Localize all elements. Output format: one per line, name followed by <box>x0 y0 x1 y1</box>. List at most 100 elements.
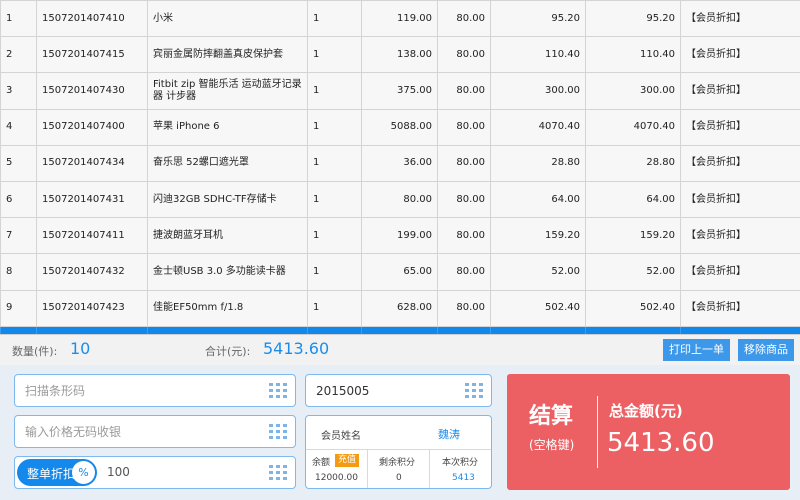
table-row[interactable]: 7 1507201407411 捷波朗蓝牙耳机 1 199.00 80.00 159.20 1… <box>0 217 800 255</box>
table-row[interactable]: 4 1507201407400 苹果 iPhone 6 1 5088.00 80.00 40… <box>0 108 800 146</box>
cell-quantity: 1 <box>307 36 362 74</box>
items-grid: 1 1507201407410 小米 1 119.00 80.00 95.20 95.20 【会… <box>0 0 800 334</box>
table-row[interactable]: 1 1507201407410 小米 1 119.00 80.00 95.20 95.20 【会… <box>0 0 800 38</box>
table-row[interactable]: 5 1507201407434 奋乐思 52螺口遮光罩 1 36.00 80.00 28.8… <box>0 144 800 182</box>
cell-subtotal: 31.20 <box>585 325 681 334</box>
nobarcode-input[interactable] <box>25 416 265 447</box>
table-row[interactable]: 2 1507201407415 宾丽金属防摔翻盖真皮保护套 1 138.00 80.00 1… <box>0 36 800 74</box>
cell-product-name: 宾丽金属防摔翻盖真皮保护套 <box>147 36 308 74</box>
items-table: 1 1507201407410 小米 1 119.00 80.00 95.20 95.20 【会… <box>0 0 800 335</box>
cell-subtotal: 159.20 <box>585 217 681 255</box>
balance-label: 余额 <box>312 458 331 468</box>
cell-row-number: 6 <box>0 180 37 219</box>
barcode-field[interactable] <box>14 374 296 407</box>
cell-discount-price: 31.20 <box>490 325 586 334</box>
keypad-icon[interactable] <box>269 383 287 399</box>
cell-unit-price: 375.00 <box>361 72 438 110</box>
cell-discount-rate: 80.00 <box>437 108 491 146</box>
cell-subtotal: 110.40 <box>585 36 681 74</box>
barcode-input[interactable] <box>25 375 265 406</box>
member-code-field[interactable] <box>305 374 492 407</box>
keypad-icon[interactable] <box>465 383 483 399</box>
cell-subtotal: 300.00 <box>585 72 681 110</box>
nobarcode-field[interactable] <box>14 415 296 448</box>
recharge-button[interactable]: 充值 <box>335 454 360 467</box>
cell-barcode: 1507201407431 <box>36 180 148 219</box>
discount-field[interactable]: 整单折扣 % 100 <box>14 456 296 489</box>
summary-bar: 数量(件): 10 合计(元): 5413.60 打印上一单 移除商品 <box>0 335 800 365</box>
cell-row-number: 1 <box>0 0 37 38</box>
points-left-value: 0 <box>396 473 402 483</box>
cell-discount-price: 502.40 <box>490 289 586 327</box>
checkout-hint: (空格键) <box>529 438 575 452</box>
checkout-divider <box>597 396 598 468</box>
whole-order-discount-toggle[interactable]: 整单折扣 % <box>17 459 97 486</box>
checkout-total-value: 5413.60 <box>607 428 715 458</box>
cell-product-name: Fitbit zip 智能乐活 运动蓝牙记录器 计步器 <box>147 72 308 110</box>
cell-row-number: 2 <box>0 36 37 74</box>
cell-discount-price: 159.20 <box>490 217 586 255</box>
keypad-icon[interactable] <box>269 465 287 481</box>
cell-quantity: 1 <box>307 144 362 182</box>
cell-unit-price: 199.00 <box>361 217 438 255</box>
checkout-button[interactable]: 结算 (空格键) 总金额(元) 5413.60 <box>507 374 790 490</box>
cell-row-number: 8 <box>0 253 37 291</box>
table-row[interactable]: 9 1507201407423 佳能EF50mm f/1.8 1 628.00 80.00… <box>0 289 800 327</box>
cell-quantity: 1 <box>307 108 362 146</box>
cell-note: 【会员折扣】 <box>680 144 800 182</box>
cell-product-name: 苹果 iPhone 6 <box>147 108 308 146</box>
cell-discount-rate: 80.00 <box>437 72 491 110</box>
cell-note: 【会员折扣】 <box>680 0 800 38</box>
cell-row-number: 3 <box>0 72 37 110</box>
print-last-button[interactable]: 打印上一单 <box>663 339 730 361</box>
cell-note: 【会员折扣】 <box>680 36 800 74</box>
cell-row-number: 10 <box>0 325 37 334</box>
cell-subtotal: 28.80 <box>585 144 681 182</box>
keypad-icon[interactable] <box>269 424 287 440</box>
cell-note: 【会员折扣】 <box>680 289 800 327</box>
cell-quantity: 1 <box>307 72 362 110</box>
total-label: 合计(元): <box>205 345 251 358</box>
cell-quantity: 1 <box>307 180 362 219</box>
cell-note: 【会员折扣】 <box>680 180 800 219</box>
cell-note: 【会员折扣】 <box>680 325 800 334</box>
cell-unit-price: 628.00 <box>361 289 438 327</box>
cell-discount-rate: 80.00 <box>437 36 491 74</box>
member-code-input[interactable] <box>316 375 456 406</box>
discount-value[interactable]: 100 <box>107 465 130 479</box>
points-this-cell: 本次积分 5413 <box>430 450 491 488</box>
table-row[interactable]: 3 1507201407430 Fitbit zip 智能乐活 运动蓝牙记录器 计步… <box>0 72 800 110</box>
cell-unit-price: 65.00 <box>361 253 438 291</box>
balance-cell: 余额 充值 12000.00 <box>306 450 368 488</box>
cell-subtotal: 4070.40 <box>585 108 681 146</box>
cell-row-number: 5 <box>0 144 37 182</box>
cell-discount-price: 300.00 <box>490 72 586 110</box>
table-row[interactable]: 6 1507201407431 闪迪32GB SDHC-TF存储卡 1 80.00 80.… <box>0 180 800 219</box>
cell-unit-price: 138.00 <box>361 36 438 74</box>
member-info-panel: 会员姓名 魏涛 余额 充值 12000.00 剩余积分 0 本次积分 5413 <box>305 415 492 489</box>
cell-subtotal: 64.00 <box>585 180 681 219</box>
cell-barcode: 1507201407415 <box>36 36 148 74</box>
remove-item-button[interactable]: 移除商品 <box>738 339 794 361</box>
qty-label: 数量(件): <box>12 345 58 358</box>
cell-discount-rate: 80.00 <box>437 0 491 38</box>
cell-product-name: 闪迪32GB SDHC-TF存储卡 <box>147 180 308 219</box>
cell-barcode: 1507201407430 <box>36 72 148 110</box>
table-row[interactable]: 8 1507201407432 金士顿USB 3.0 多功能读卡器 1 65.00 80.… <box>0 253 800 291</box>
cell-product-name: 捷波朗蓝牙耳机 <box>147 217 308 255</box>
cell-note: 【会员折扣】 <box>680 108 800 146</box>
member-name-value: 魏涛 <box>438 428 460 441</box>
table-row[interactable]: 101507201407412品胜数据充电线139.0080.0031.2031… <box>0 325 800 334</box>
cell-barcode: 1507201407412 <box>36 325 148 334</box>
cell-product-name: 小米 <box>147 0 308 38</box>
points-this-label: 本次积分 <box>442 458 479 468</box>
cell-product-name: 佳能EF50mm f/1.8 <box>147 289 308 327</box>
cell-discount-rate: 80.00 <box>437 253 491 291</box>
balance-value: 12000.00 <box>315 473 358 483</box>
cell-discount-rate: 80.00 <box>437 289 491 327</box>
cell-discount-rate: 80.00 <box>437 325 491 334</box>
cell-discount-price: 28.80 <box>490 144 586 182</box>
cell-subtotal: 52.00 <box>585 253 681 291</box>
cell-subtotal: 502.40 <box>585 289 681 327</box>
total-value: 5413.60 <box>263 339 330 358</box>
